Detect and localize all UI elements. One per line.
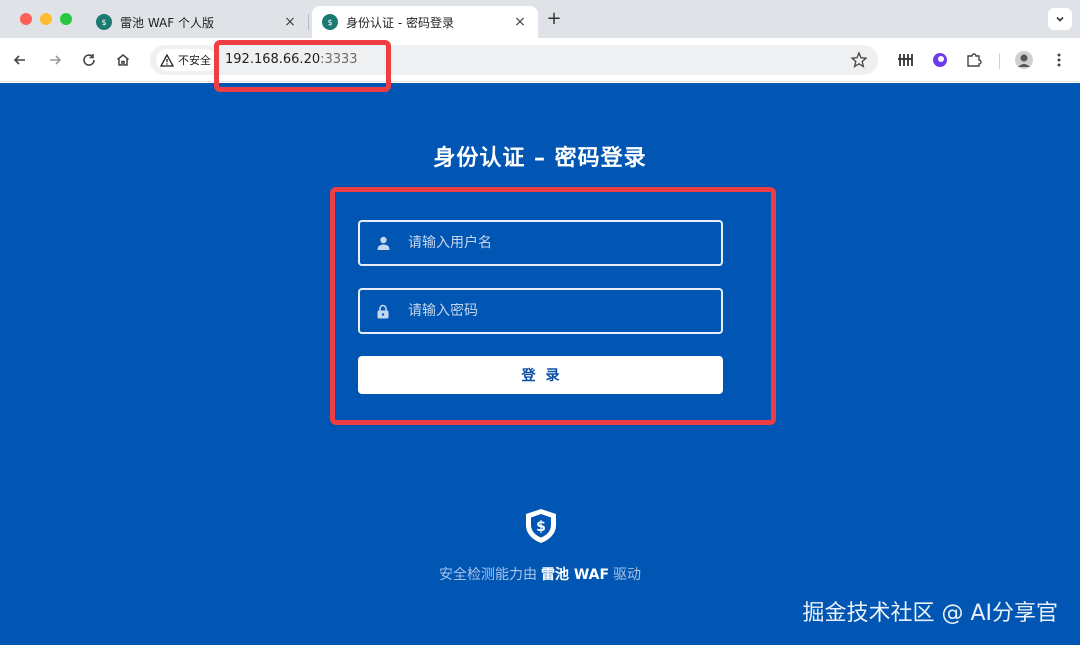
- extensions-menu-button[interactable]: [964, 50, 984, 70]
- tab-strip: $ 雷池 WAF 个人版 × $ 身份认证 - 密码登录 × +: [0, 0, 1080, 38]
- home-button[interactable]: [112, 49, 134, 71]
- close-tab-icon[interactable]: ×: [512, 14, 528, 30]
- shield-logo-icon: $: [526, 509, 556, 543]
- footer-brand[interactable]: 雷池 WAF: [541, 567, 609, 583]
- footer-suffix: 驱动: [613, 567, 642, 583]
- browser-menu-button[interactable]: [1049, 50, 1069, 70]
- browser-toolbar: 不安全 192.168.66.20:3333: [0, 38, 1080, 82]
- tab-login[interactable]: $ 身份认证 - 密码登录 ×: [312, 6, 538, 38]
- bookmark-button[interactable]: [850, 51, 868, 69]
- avatar-icon: [1015, 51, 1033, 69]
- close-window-button[interactable]: [20, 13, 32, 25]
- watermark: 掘金技术社区 @ AI分享官: [802, 601, 1058, 626]
- extension-button[interactable]: [930, 50, 950, 70]
- new-tab-button[interactable]: +: [544, 10, 564, 30]
- back-button[interactable]: [9, 49, 31, 71]
- url-highlight-box: [214, 40, 391, 92]
- close-tab-icon[interactable]: ×: [282, 14, 298, 30]
- back-icon: [13, 55, 25, 65]
- forward-button[interactable]: [44, 49, 66, 71]
- svg-text:$: $: [101, 18, 106, 27]
- safeline-favicon-icon: $: [322, 14, 338, 30]
- warning-icon: [160, 53, 174, 67]
- footer-prefix: 安全检测能力由: [438, 567, 537, 583]
- star-icon: [850, 51, 868, 68]
- more-vertical-icon: [1057, 53, 1061, 67]
- svg-text:$: $: [536, 519, 546, 535]
- minimize-window-button[interactable]: [40, 13, 52, 25]
- forward-icon: [50, 55, 62, 65]
- reload-icon: [83, 54, 95, 66]
- form-highlight-box: [330, 187, 776, 425]
- chevron-down-icon: [1056, 16, 1064, 22]
- reload-button[interactable]: [78, 49, 100, 71]
- extension-button[interactable]: [895, 50, 915, 70]
- home-icon: [117, 54, 129, 66]
- tab-title: 雷池 WAF 个人版: [120, 15, 214, 30]
- extension-circle-icon: [933, 53, 947, 67]
- powered-by-footer: 安全检测能力由 雷池 WAF 驱动: [0, 564, 1080, 584]
- svg-text:$: $: [327, 18, 332, 27]
- toolbar-divider: [999, 53, 1000, 69]
- page-title: 身份认证 – 密码登录: [433, 146, 647, 171]
- safeline-favicon-icon: $: [96, 14, 112, 30]
- profile-button[interactable]: [1014, 50, 1034, 70]
- tab-search-button[interactable]: [1048, 8, 1072, 30]
- puzzle-icon: [967, 53, 982, 67]
- tab-title: 身份认证 - 密码登录: [346, 15, 454, 30]
- zoom-window-button[interactable]: [60, 13, 72, 25]
- tab-waf-personal[interactable]: $ 雷池 WAF 个人版 ×: [86, 6, 308, 38]
- tab-divider: [308, 14, 309, 30]
- site-info-chip[interactable]: 不安全: [156, 49, 217, 71]
- security-label: 不安全: [178, 54, 211, 67]
- extension-tool-icon: [898, 54, 913, 66]
